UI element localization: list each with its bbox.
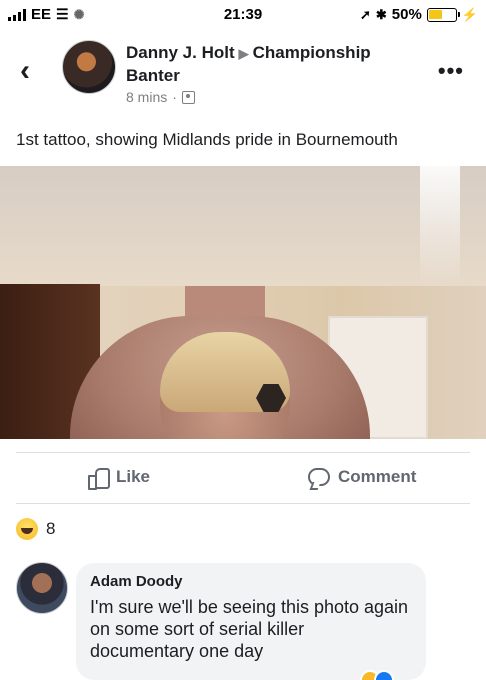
haha-reaction-icon (16, 518, 38, 540)
like-button[interactable]: Like (88, 467, 151, 490)
reaction-count: 8 (46, 519, 56, 538)
comment-bubble-icon (308, 468, 330, 486)
like-label: Like (116, 467, 151, 486)
post-caption: 1st tattoo, showing Midlands pride in Bo… (16, 130, 398, 149)
post-meta: 8 mins · (126, 89, 195, 105)
status-right: ➚ ✱ 50% ⚡ (360, 6, 478, 23)
back-chevron-icon[interactable]: ‹ (20, 54, 30, 88)
post-actions: Like Comment (16, 452, 470, 504)
group-privacy-icon (181, 90, 195, 104)
bluetooth-icon: ✱ (375, 6, 387, 22)
comment-button[interactable]: Comment (308, 467, 416, 487)
post-photo[interactable] (0, 166, 486, 439)
battery-icon (426, 7, 460, 22)
status-bar: EE ☰ ✺ 21:39 ➚ ✱ 50% ⚡ (0, 0, 486, 28)
reaction-summary[interactable]: 8 (16, 518, 55, 540)
comment-text: I'm sure we'll be seeing this photo agai… (90, 597, 409, 661)
thumbs-up-icon (88, 467, 110, 490)
comment-reactions-badge[interactable] (360, 670, 408, 680)
post-header: ‹ Danny J. Holt ▶ Championship Banter 8 mi… (0, 36, 486, 112)
commenter-name[interactable]: Adam Doody (90, 573, 412, 590)
more-options-icon[interactable]: ••• (438, 58, 464, 84)
comment-bubble[interactable]: Adam Doody I'm sure we'll be seeing this… (76, 563, 426, 680)
author-name[interactable]: Danny J. Holt (126, 43, 235, 62)
location-icon: ➚ (359, 6, 371, 22)
like-reaction-icon (374, 670, 394, 680)
author-avatar[interactable] (62, 40, 116, 94)
author-line: Danny J. Holt ▶ Championship Banter (126, 42, 416, 87)
meta-separator: · (172, 89, 177, 105)
battery-percent: 50% (391, 6, 422, 23)
photo-light (420, 166, 460, 286)
charging-icon: ⚡ (461, 6, 478, 22)
commenter-avatar[interactable] (16, 562, 68, 614)
battery-fill (429, 10, 442, 19)
comment-label: Comment (338, 467, 417, 486)
post-time[interactable]: 8 mins (126, 89, 167, 105)
arrow-right-icon: ▶ (238, 46, 249, 61)
photo-wall (0, 166, 486, 286)
